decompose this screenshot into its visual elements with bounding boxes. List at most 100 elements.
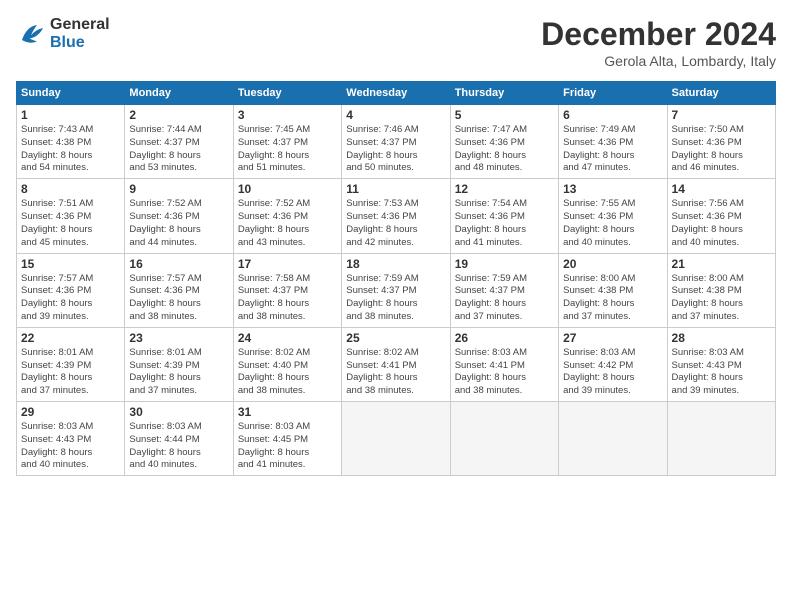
table-row: 24 Sunrise: 8:02 AMSunset: 4:40 PMDayligh… bbox=[233, 327, 341, 401]
location-subtitle: Gerola Alta, Lombardy, Italy bbox=[541, 53, 776, 69]
calendar-week-row: 22 Sunrise: 8:01 AMSunset: 4:39 PMDayligh… bbox=[17, 327, 776, 401]
table-row: 28 Sunrise: 8:03 AMSunset: 4:43 PMDayligh… bbox=[667, 327, 775, 401]
header-sunday: Sunday bbox=[17, 82, 125, 105]
day-number: 3 bbox=[238, 108, 337, 122]
day-info: Sunrise: 8:03 AMSunset: 4:43 PMDaylight:… bbox=[672, 347, 771, 398]
day-number: 24 bbox=[238, 331, 337, 345]
table-row: 16Sunrise: 7:57 AMSunset: 4:36 PMDayligh… bbox=[125, 253, 233, 327]
day-info: Sunrise: 7:49 AMSunset: 4:36 PMDaylight:… bbox=[563, 124, 662, 175]
day-info: Sunrise: 7:55 AMSunset: 4:36 PMDaylight:… bbox=[563, 198, 662, 249]
header-saturday: Saturday bbox=[667, 82, 775, 105]
table-row: 21 Sunrise: 8:00 AMSunset: 4:38 PMDayligh… bbox=[667, 253, 775, 327]
table-row bbox=[342, 402, 450, 476]
day-info: Sunrise: 8:03 AMSunset: 4:41 PMDaylight:… bbox=[455, 347, 554, 398]
day-info: Sunrise: 7:44 AMSunset: 4:37 PMDaylight:… bbox=[129, 124, 228, 175]
day-info: Sunrise: 8:02 AMSunset: 4:40 PMDaylight:… bbox=[238, 347, 337, 398]
day-number: 17 bbox=[238, 257, 337, 271]
day-number: 20 bbox=[563, 257, 662, 271]
calendar-week-row: 8Sunrise: 7:51 AMSunset: 4:36 PMDaylight… bbox=[17, 179, 776, 253]
day-number: 9 bbox=[129, 182, 228, 196]
day-number: 10 bbox=[238, 182, 337, 196]
table-row: 13 Sunrise: 7:55 AMSunset: 4:36 PMDayligh… bbox=[559, 179, 667, 253]
day-info: Sunrise: 7:52 AMSunset: 4:36 PMDaylight:… bbox=[129, 198, 228, 249]
day-number: 25 bbox=[346, 331, 445, 345]
table-row bbox=[559, 402, 667, 476]
table-row: 30 Sunrise: 8:03 AMSunset: 4:44 PMDayligh… bbox=[125, 402, 233, 476]
logo-bird-icon bbox=[16, 19, 46, 49]
day-info: Sunrise: 8:03 AMSunset: 4:45 PMDaylight:… bbox=[238, 421, 337, 472]
day-info: Sunrise: 8:00 AMSunset: 4:38 PMDaylight:… bbox=[563, 273, 662, 324]
page: General Blue December 2024 Gerola Alta, … bbox=[0, 0, 792, 612]
table-row: 31 Sunrise: 8:03 AMSunset: 4:45 PMDayligh… bbox=[233, 402, 341, 476]
header-friday: Friday bbox=[559, 82, 667, 105]
day-number: 13 bbox=[563, 182, 662, 196]
day-number: 26 bbox=[455, 331, 554, 345]
table-row: 26 Sunrise: 8:03 AMSunset: 4:41 PMDayligh… bbox=[450, 327, 558, 401]
day-number: 7 bbox=[672, 108, 771, 122]
day-info: Sunrise: 7:47 AMSunset: 4:36 PMDaylight:… bbox=[455, 124, 554, 175]
table-row: 23 Sunrise: 8:01 AMSunset: 4:39 PMDayligh… bbox=[125, 327, 233, 401]
calendar-week-row: 29 Sunrise: 8:03 AMSunset: 4:43 PMDayligh… bbox=[17, 402, 776, 476]
day-number: 5 bbox=[455, 108, 554, 122]
header-thursday: Thursday bbox=[450, 82, 558, 105]
table-row bbox=[450, 402, 558, 476]
day-info: Sunrise: 7:52 AMSunset: 4:36 PMDaylight:… bbox=[238, 198, 337, 249]
table-row: 14Sunrise: 7:56 AMSunset: 4:36 PMDayligh… bbox=[667, 179, 775, 253]
day-number: 14 bbox=[672, 182, 771, 196]
day-info: Sunrise: 7:46 AMSunset: 4:37 PMDaylight:… bbox=[346, 124, 445, 175]
day-info: Sunrise: 8:01 AMSunset: 4:39 PMDaylight:… bbox=[129, 347, 228, 398]
day-info: Sunrise: 7:43 AMSunset: 4:38 PMDaylight:… bbox=[21, 124, 120, 175]
day-number: 28 bbox=[672, 331, 771, 345]
table-row: 17 Sunrise: 7:58 AMSunset: 4:37 PMDayligh… bbox=[233, 253, 341, 327]
table-row: 2Sunrise: 7:44 AMSunset: 4:37 PMDaylight… bbox=[125, 105, 233, 179]
table-row: 10 Sunrise: 7:52 AMSunset: 4:36 PMDayligh… bbox=[233, 179, 341, 253]
calendar-week-row: 1Sunrise: 7:43 AMSunset: 4:38 PMDaylight… bbox=[17, 105, 776, 179]
table-row bbox=[667, 402, 775, 476]
table-row: 12 Sunrise: 7:54 AMSunset: 4:36 PMDayligh… bbox=[450, 179, 558, 253]
day-number: 22 bbox=[21, 331, 120, 345]
header-tuesday: Tuesday bbox=[233, 82, 341, 105]
header-monday: Monday bbox=[125, 82, 233, 105]
table-row: 29 Sunrise: 8:03 AMSunset: 4:43 PMDayligh… bbox=[17, 402, 125, 476]
day-info: Sunrise: 7:58 AMSunset: 4:37 PMDaylight:… bbox=[238, 273, 337, 324]
table-row: 18 Sunrise: 7:59 AMSunset: 4:37 PMDayligh… bbox=[342, 253, 450, 327]
day-number: 16 bbox=[129, 257, 228, 271]
table-row: 3Sunrise: 7:45 AMSunset: 4:37 PMDaylight… bbox=[233, 105, 341, 179]
day-number: 18 bbox=[346, 257, 445, 271]
table-row: 15 Sunrise: 7:57 AMSunset: 4:36 PMDayligh… bbox=[17, 253, 125, 327]
day-number: 15 bbox=[21, 257, 120, 271]
month-title: December 2024 bbox=[541, 16, 776, 53]
calendar: Sunday Monday Tuesday Wednesday Thursday… bbox=[16, 81, 776, 476]
table-row: 11 Sunrise: 7:53 AMSunset: 4:36 PMDayligh… bbox=[342, 179, 450, 253]
day-info: Sunrise: 7:57 AMSunset: 4:36 PMDaylight:… bbox=[21, 273, 120, 324]
table-row: 5 Sunrise: 7:47 AMSunset: 4:36 PMDaylight… bbox=[450, 105, 558, 179]
table-row: 9 Sunrise: 7:52 AMSunset: 4:36 PMDaylight… bbox=[125, 179, 233, 253]
day-info: Sunrise: 7:50 AMSunset: 4:36 PMDaylight:… bbox=[672, 124, 771, 175]
calendar-week-row: 15 Sunrise: 7:57 AMSunset: 4:36 PMDayligh… bbox=[17, 253, 776, 327]
day-info: Sunrise: 8:03 AMSunset: 4:43 PMDaylight:… bbox=[21, 421, 120, 472]
table-row: 27Sunrise: 8:03 AMSunset: 4:42 PMDayligh… bbox=[559, 327, 667, 401]
table-row: 19 Sunrise: 7:59 AMSunset: 4:37 PMDayligh… bbox=[450, 253, 558, 327]
day-info: Sunrise: 8:01 AMSunset: 4:39 PMDaylight:… bbox=[21, 347, 120, 398]
header-wednesday: Wednesday bbox=[342, 82, 450, 105]
day-info: Sunrise: 8:00 AMSunset: 4:38 PMDaylight:… bbox=[672, 273, 771, 324]
day-number: 11 bbox=[346, 182, 445, 196]
calendar-header-row: Sunday Monday Tuesday Wednesday Thursday… bbox=[17, 82, 776, 105]
day-number: 12 bbox=[455, 182, 554, 196]
day-number: 31 bbox=[238, 405, 337, 419]
day-info: Sunrise: 8:03 AMSunset: 4:44 PMDaylight:… bbox=[129, 421, 228, 472]
table-row: 1Sunrise: 7:43 AMSunset: 4:38 PMDaylight… bbox=[17, 105, 125, 179]
table-row: 25Sunrise: 8:02 AMSunset: 4:41 PMDayligh… bbox=[342, 327, 450, 401]
day-number: 30 bbox=[129, 405, 228, 419]
day-info: Sunrise: 7:59 AMSunset: 4:37 PMDaylight:… bbox=[455, 273, 554, 324]
day-info: Sunrise: 7:59 AMSunset: 4:37 PMDaylight:… bbox=[346, 273, 445, 324]
day-info: Sunrise: 7:53 AMSunset: 4:36 PMDaylight:… bbox=[346, 198, 445, 249]
day-number: 23 bbox=[129, 331, 228, 345]
day-number: 8 bbox=[21, 182, 120, 196]
day-info: Sunrise: 8:03 AMSunset: 4:42 PMDaylight:… bbox=[563, 347, 662, 398]
day-number: 21 bbox=[672, 257, 771, 271]
day-number: 19 bbox=[455, 257, 554, 271]
day-info: Sunrise: 7:54 AMSunset: 4:36 PMDaylight:… bbox=[455, 198, 554, 249]
logo-text: General Blue bbox=[50, 16, 110, 52]
day-number: 29 bbox=[21, 405, 120, 419]
